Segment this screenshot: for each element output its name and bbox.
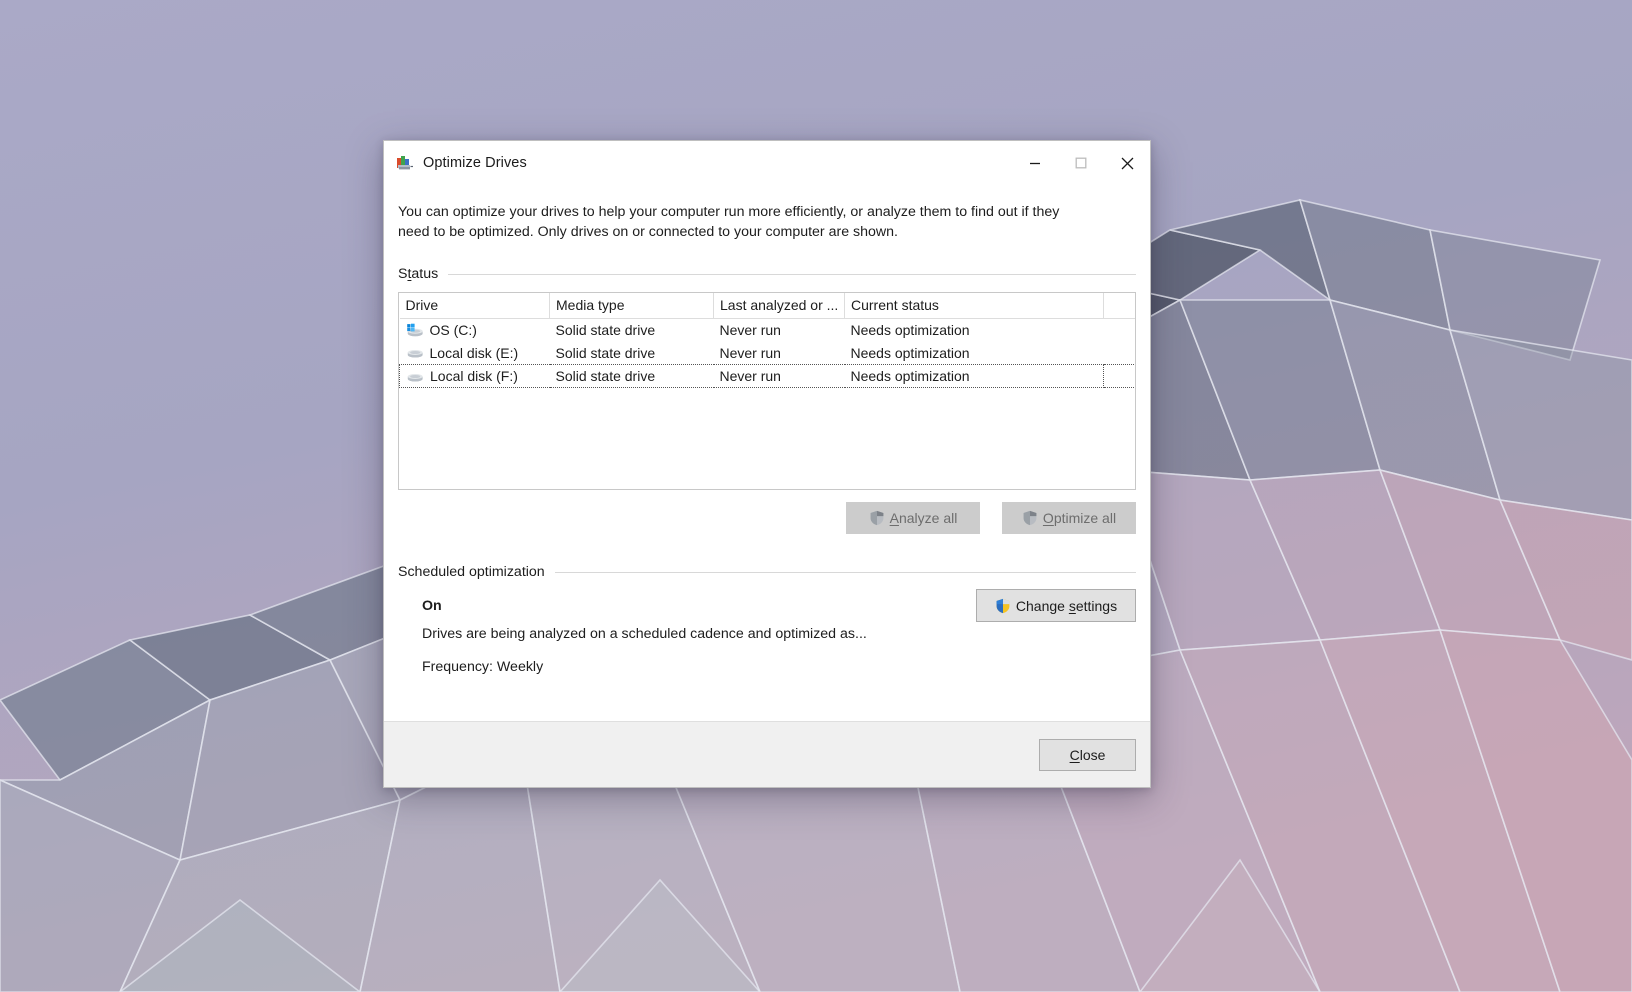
- close-icon: [1121, 157, 1133, 169]
- column-header-media-type[interactable]: Media type: [549, 293, 714, 320]
- optimize-drives-icon: [397, 156, 413, 170]
- column-header-blank[interactable]: [1103, 293, 1135, 320]
- window-content: You can optimize your drives to help you…: [384, 185, 1150, 721]
- table-row[interactable]: Local disk (F:) Solid state drive Never …: [399, 364, 1135, 389]
- cell-last-analyzed: Never run: [713, 364, 845, 389]
- column-header-drive[interactable]: Drive: [399, 293, 550, 320]
- cell-last-analyzed: Never run: [719, 322, 781, 339]
- change-settings-button[interactable]: Change settings: [976, 589, 1136, 623]
- minimize-button[interactable]: [1012, 141, 1058, 185]
- status-label: Status: [398, 266, 439, 283]
- windows-drive-icon: [406, 323, 423, 337]
- scheduled-description: Drives are being analyzed on a scheduled…: [422, 626, 867, 643]
- table-row[interactable]: Local disk (E:) Solid state drive Never …: [400, 342, 1136, 365]
- column-header-last-analyzed[interactable]: Last analyzed or ...: [713, 293, 845, 320]
- close-dialog-label: Close: [1069, 746, 1106, 763]
- cell-media-type: Solid state drive: [555, 344, 656, 361]
- window-title: Optimize Drives: [423, 155, 527, 171]
- cell-drive-label: Local disk (F:): [430, 368, 518, 385]
- shield-icon: [1023, 511, 1037, 526]
- drives-table: Drive Media type Last analyzed or ... Cu…: [399, 293, 1136, 389]
- analyze-all-label: Analyze all: [889, 510, 958, 527]
- table-row[interactable]: OS (C:) Solid state drive Never run Need…: [400, 319, 1136, 342]
- cell-media-type: Solid state drive: [549, 364, 714, 389]
- drives-table-body: OS (C:) Solid state drive Never run Need…: [399, 319, 1136, 389]
- drive-icon: [407, 373, 423, 382]
- cell-current-status: Needs optimization: [850, 322, 970, 339]
- drives-listview[interactable]: Drive Media type Last analyzed or ... Cu…: [398, 292, 1136, 491]
- change-settings-label: Change settings: [1015, 597, 1118, 614]
- close-button[interactable]: [1104, 141, 1150, 185]
- shield-icon: [996, 598, 1010, 613]
- cell-current-status: Needs optimization: [850, 344, 970, 361]
- intro-text: You can optimize your drives to help you…: [398, 204, 1060, 240]
- drive-icon: [407, 350, 423, 358]
- minimize-icon: [1030, 162, 1040, 165]
- optimize-all-button[interactable]: Optimize all: [1002, 502, 1136, 535]
- cell-drive-label: Local disk (E:): [429, 344, 519, 361]
- optimize-drives-window: Optimize Drives You can optimize your dr…: [383, 140, 1151, 788]
- cell-blank: [1104, 319, 1136, 342]
- status-divider: [448, 273, 1136, 275]
- cell-drive: OS (C:): [400, 319, 550, 342]
- maximize-button[interactable]: [1058, 141, 1104, 185]
- scheduled-label: Scheduled optimization: [398, 564, 545, 581]
- cell-current-status: Needs optimization: [844, 364, 1104, 389]
- cell-drive: Local disk (F:): [399, 364, 550, 389]
- cell-drive-label: OS (C:): [429, 322, 477, 339]
- analyze-all-button[interactable]: Analyze all: [846, 502, 980, 535]
- change-settings-wrap: Change settings: [976, 589, 1136, 623]
- status-group-header: Status: [398, 266, 1136, 282]
- scheduled-divider: [554, 571, 1136, 573]
- table-header-row: Drive Media type Last analyzed or ... Cu…: [399, 293, 1135, 320]
- shield-icon: [870, 511, 884, 526]
- cell-drive: Local disk (E:): [400, 342, 550, 365]
- cell-last-analyzed: Never run: [719, 344, 781, 361]
- cell-blank: [1104, 342, 1136, 365]
- dialog-footer: Close: [384, 721, 1150, 787]
- cell-media-type: Solid state drive: [555, 322, 656, 339]
- maximize-icon: [1075, 157, 1087, 169]
- scheduled-frequency: Frequency: Weekly: [422, 659, 544, 676]
- close-dialog-button[interactable]: Close: [1039, 738, 1136, 771]
- drive-actions-row: Analyze all Optimize all: [398, 502, 1136, 535]
- optimize-all-label: Optimize all: [1042, 510, 1117, 527]
- cell-blank: [1103, 364, 1135, 389]
- scheduled-group-header: Scheduled optimization: [398, 564, 1136, 580]
- column-header-current-status[interactable]: Current status: [844, 293, 1104, 320]
- scheduled-body: On Drives are being analyzed on a schedu…: [398, 589, 1136, 718]
- title-bar[interactable]: Optimize Drives: [384, 141, 1150, 185]
